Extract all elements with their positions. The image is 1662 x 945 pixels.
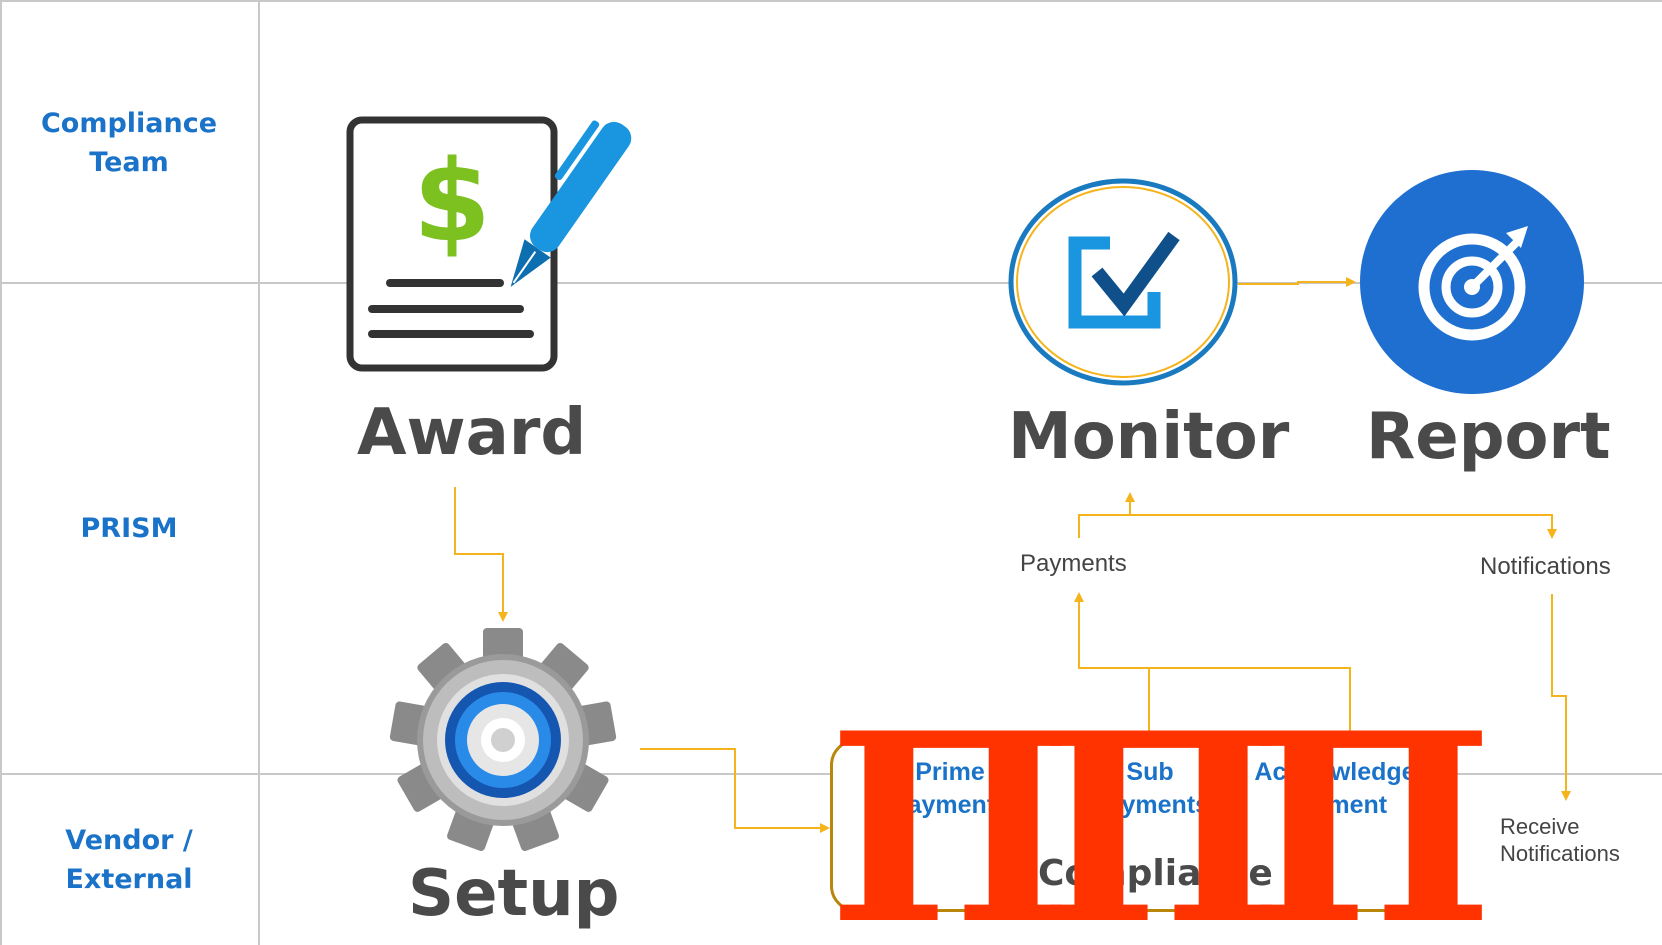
step-report-label: Report — [1366, 400, 1611, 474]
step-setup-label: Setup — [408, 857, 620, 931]
step-monitor-label: Monitor — [1008, 400, 1290, 474]
receive-notifications-label: Receive Notifications — [1500, 814, 1620, 866]
payments-label: Payments — [1020, 550, 1127, 577]
overlay-glyph: П — [828, 677, 1074, 945]
overlay-glyph: П — [1038, 677, 1284, 945]
overlay-glyph: П — [1248, 677, 1494, 945]
notifications-label: Notifications — [1480, 553, 1611, 580]
workflow-diagram: Compliance Team PRISM Vendor / External … — [0, 0, 1662, 945]
step-award-label: Award — [357, 396, 587, 470]
